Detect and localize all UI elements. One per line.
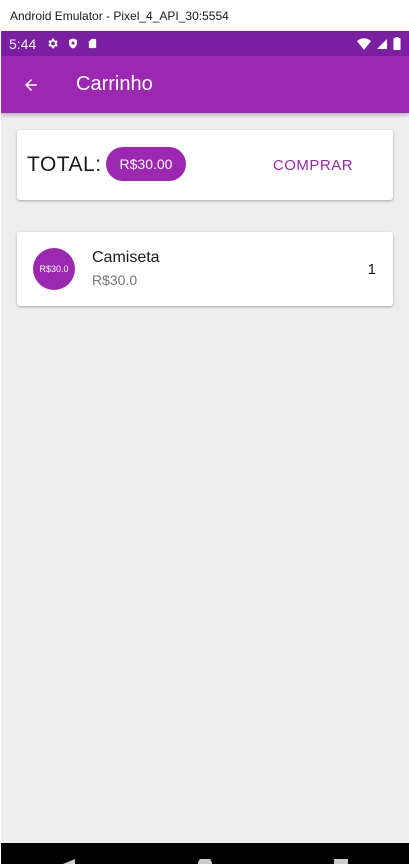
status-right-icons: [357, 37, 401, 50]
total-label: TOTAL:: [27, 153, 102, 176]
item-quantity: 1: [367, 261, 376, 278]
status-time: 5:44: [9, 35, 37, 52]
item-price-avatar: R$30.0: [33, 248, 75, 290]
signal-icon: [377, 38, 387, 49]
page-title: Carrinho: [76, 73, 153, 95]
phone-screen: 5:44 Carrinho TOTAL: R$30.00 COMPRAR R$3…: [1, 31, 409, 864]
buy-button[interactable]: COMPRAR: [263, 148, 363, 182]
total-amount-badge: R$30.00: [106, 147, 186, 181]
sd-card-icon: [89, 38, 97, 49]
status-bar: 5:44: [1, 31, 409, 56]
nav-home-button[interactable]: [195, 858, 215, 864]
arrow-left-icon: [25, 78, 37, 91]
window-title: Android Emulator - Pixel_4_API_30:5554: [10, 8, 229, 23]
cart-item[interactable]: R$30.0 Camiseta R$30.0 1: [17, 232, 393, 306]
total-card: TOTAL: R$30.00 COMPRAR: [17, 130, 393, 200]
system-nav-bar: [1, 843, 409, 864]
nav-back-button[interactable]: [59, 858, 79, 864]
window-titlebar: Android Emulator - Pixel_4_API_30:5554: [0, 0, 409, 31]
item-price: R$30.0: [92, 272, 138, 288]
recents-square-icon: [334, 859, 348, 864]
back-triangle-icon: [63, 859, 75, 864]
home-circle-icon: [198, 859, 212, 864]
wifi-icon: [357, 37, 371, 50]
gear-icon: [48, 38, 58, 49]
shield-icon: [69, 38, 78, 49]
nav-recents-button[interactable]: [331, 858, 351, 864]
app-bar: Carrinho: [1, 56, 409, 113]
item-name: Camiseta: [92, 249, 160, 266]
back-button[interactable]: [11, 65, 51, 105]
status-left-icons: [46, 37, 98, 50]
battery-icon: [393, 37, 401, 50]
